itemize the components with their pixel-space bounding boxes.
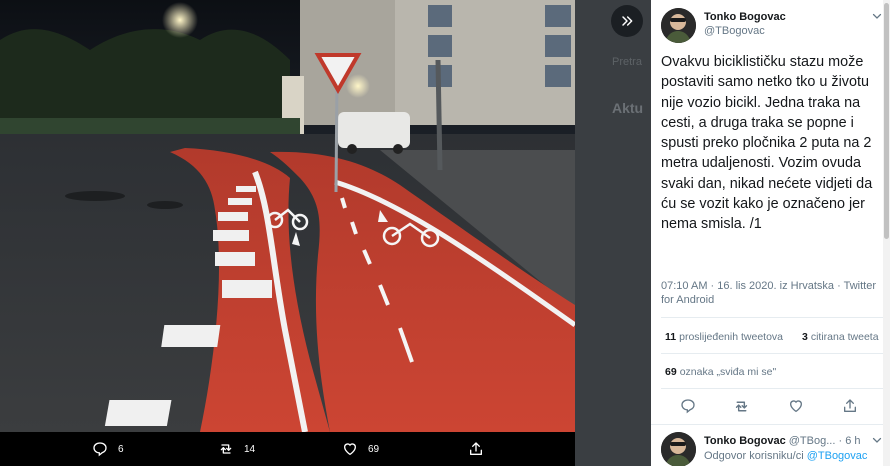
reply-icon: [93, 442, 107, 457]
avatar-image: [661, 432, 696, 466]
chevron-down-icon[interactable]: [871, 434, 883, 446]
avatar-image: [661, 8, 696, 43]
collapse-panel-button[interactable]: [611, 5, 643, 37]
expand-chevrons-icon: [622, 16, 633, 26]
share-icon[interactable]: [842, 398, 858, 414]
bike-lane-photo: [0, 0, 575, 432]
photo-share-action[interactable]: [468, 441, 494, 457]
scrollbar[interactable]: [883, 0, 890, 466]
retweets-count: 11: [665, 331, 677, 343]
reply-author-name: Tonko Bogovac: [704, 435, 786, 447]
author-name[interactable]: Tonko Bogovac: [704, 11, 786, 23]
background-trend-text: Pretra: [612, 56, 642, 68]
reply-time: · 6 h: [838, 435, 861, 447]
retweets-label: proslijeđenih tweetova: [679, 331, 784, 343]
photo-retweet-count: 14: [244, 443, 256, 455]
reply-avatar[interactable]: [661, 432, 696, 466]
likes-stat[interactable]: 69 oznaka „sviđa mi se": [665, 366, 776, 378]
photo-reply-action[interactable]: 6: [92, 441, 124, 457]
scrollbar-thumb[interactable]: [884, 3, 889, 239]
quotes-count: 3: [802, 331, 808, 343]
divider: [651, 424, 883, 425]
photo-like-action[interactable]: 69: [342, 441, 379, 457]
reply-target-link[interactable]: @TBogovac: [807, 450, 868, 462]
likes-count: 69: [665, 366, 677, 378]
tweet-actions: [651, 396, 883, 418]
tweet-text: Ovakvu biciklističku stazu može postavit…: [661, 54, 873, 233]
quotes-label: citirana tweeta: [810, 331, 879, 343]
reply-prefix: Odgovor korisniku/ci: [704, 450, 804, 462]
retweets-stat[interactable]: 11 proslijeđenih tweetova: [665, 331, 783, 343]
reply-context: Odgovor korisniku/ci @TBogovac: [704, 450, 867, 462]
reply-icon[interactable]: [680, 398, 696, 414]
like-icon: [343, 443, 357, 456]
retweet-icon[interactable]: [733, 398, 750, 415]
media-viewer: Pretra Aktu 6 14 69 Tonko Bogovac @TBogo…: [0, 0, 890, 466]
tweet-photo[interactable]: [0, 0, 575, 432]
reply-author-handle: @TBog...: [788, 435, 836, 447]
photo-retweet-action[interactable]: 14: [218, 441, 255, 457]
quotes-stat[interactable]: 3 citirana tweeta: [802, 331, 879, 343]
background-section-title: Aktu: [612, 100, 644, 116]
author-handle[interactable]: @TBogovac: [704, 25, 765, 37]
retweet-icon: [220, 444, 232, 454]
tweet-detail-panel: Tonko Bogovac @TBogovac Ovakvu biciklist…: [651, 0, 890, 466]
divider: [661, 388, 883, 389]
divider: [661, 353, 883, 354]
tweet-meta[interactable]: 07:10 AM · 16. lis 2020. iz Hrvatska · T…: [661, 279, 883, 307]
photo-action-bar: 6 14 69: [0, 432, 575, 466]
divider: [661, 317, 883, 318]
reply-header[interactable]: Tonko Bogovac @TBog... · 6 h: [704, 435, 860, 447]
avatar[interactable]: [661, 8, 696, 43]
photo-reply-count: 6: [118, 443, 124, 455]
like-icon[interactable]: [788, 398, 804, 414]
photo-like-count: 69: [368, 443, 380, 455]
likes-label: oznaka „sviđa mi se": [679, 366, 777, 378]
chevron-down-icon[interactable]: [871, 10, 883, 22]
share-icon: [470, 442, 482, 455]
